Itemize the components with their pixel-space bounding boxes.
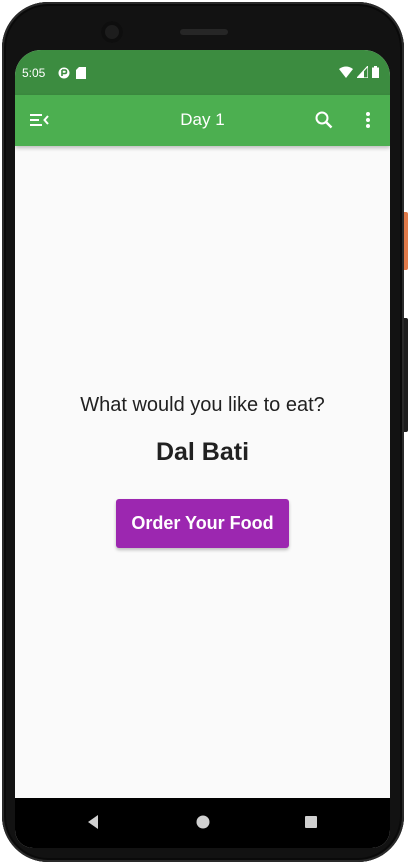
app-bar: Day 1: [15, 95, 390, 146]
back-button[interactable]: [85, 814, 101, 830]
notification-app-icon: [58, 66, 70, 84]
app-screen: 5:05 Day 1 What would you like to eat? D…: [15, 50, 390, 848]
system-navigation-bar: [15, 798, 390, 848]
search-button[interactable]: [313, 109, 335, 131]
status-bar: 5:05: [15, 50, 390, 95]
more-vert-icon: [366, 112, 370, 128]
food-name: Dal Bati: [155, 438, 250, 466]
signal-icon: [355, 64, 369, 83]
home-icon: [196, 815, 210, 829]
volume-button: [404, 318, 408, 432]
notification-icons: [58, 66, 86, 84]
sd-card-icon: [76, 66, 86, 84]
status-time: 5:05: [22, 66, 46, 80]
earpiece-speaker: [180, 29, 228, 35]
order-food-button[interactable]: Order Your Food: [116, 499, 289, 548]
question-text: What would you like to eat?: [80, 394, 325, 416]
device-frame: 5:05 Day 1 What would you like to eat? D…: [0, 0, 408, 864]
main-content: What would you like to eat? Dal Bati Ord…: [15, 146, 390, 798]
recents-button[interactable]: [303, 814, 319, 830]
back-icon: [88, 815, 98, 829]
home-button[interactable]: [195, 814, 211, 830]
search-icon: [315, 111, 333, 129]
battery-icon: [372, 65, 379, 83]
system-status-icons: [339, 64, 379, 83]
front-camera-icon: [101, 21, 123, 43]
overflow-menu-button[interactable]: [357, 109, 379, 131]
wifi-icon: [339, 65, 353, 83]
power-button: [404, 212, 408, 270]
recents-icon: [305, 816, 317, 828]
